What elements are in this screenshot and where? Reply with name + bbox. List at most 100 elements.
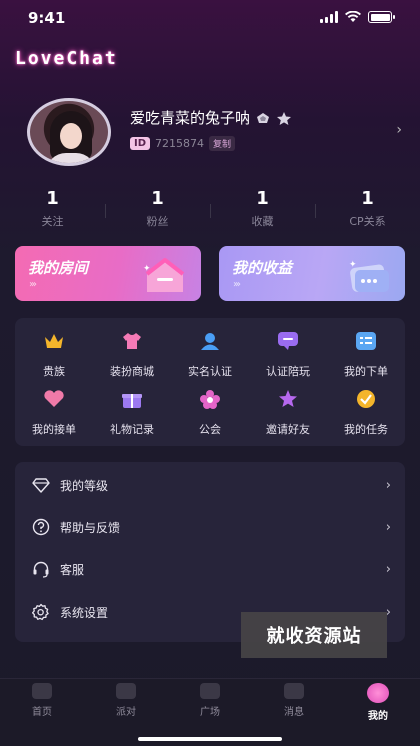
card-title: 我的房间 bbox=[28, 259, 89, 277]
home-indicator bbox=[138, 737, 282, 741]
gift-icon bbox=[122, 394, 142, 408]
id-row: ID 7215874 复制 bbox=[130, 136, 236, 151]
grid-label: 实名认证 bbox=[188, 365, 232, 378]
grid-item-dress-shop[interactable]: 装扮商城 bbox=[93, 331, 171, 379]
status-icons bbox=[320, 11, 395, 23]
tab-square[interactable]: 广场 bbox=[168, 683, 252, 718]
grid-row: 贵族 装扮商城 实名认证 认证陪玩 我的下单 bbox=[15, 331, 405, 379]
status-time: 9:41 bbox=[28, 9, 66, 27]
stats-row: 1 关注 1 粉丝 1 收藏 1 CP关系 bbox=[0, 190, 420, 229]
my-room-card[interactable]: 我的房间 ››› ✦ bbox=[15, 246, 201, 301]
stat-value: 1 bbox=[46, 188, 59, 209]
invite-icon bbox=[279, 390, 297, 407]
chevron-right-icon: › bbox=[385, 519, 391, 535]
app-logo: LoveChat bbox=[15, 48, 118, 69]
tab-label: 派对 bbox=[116, 707, 136, 718]
wallet-icon bbox=[350, 264, 389, 292]
wifi-icon bbox=[345, 11, 361, 22]
diamond-icon bbox=[32, 478, 50, 493]
grid-item-my-tasks[interactable]: 我的任务 bbox=[327, 389, 405, 437]
grid-item-guild[interactable]: 公会 bbox=[171, 389, 249, 437]
star-badge-icon bbox=[277, 111, 292, 125]
id-tag: ID bbox=[130, 137, 151, 150]
shirt-icon bbox=[123, 333, 141, 349]
arrows-icon: ››› bbox=[29, 279, 37, 290]
arrows-icon: ››› bbox=[233, 279, 241, 290]
help-icon bbox=[32, 518, 50, 536]
menu-label: 系统设置 bbox=[60, 605, 109, 620]
stat-value: 1 bbox=[361, 188, 374, 209]
menu-label: 我的等级 bbox=[60, 478, 109, 493]
avatar[interactable] bbox=[27, 98, 111, 166]
headset-icon bbox=[33, 561, 49, 578]
crown-icon bbox=[45, 334, 63, 348]
stat-value: 1 bbox=[256, 188, 269, 209]
card-title: 我的收益 bbox=[232, 259, 293, 277]
grid-label: 认证陪玩 bbox=[266, 365, 310, 378]
grid-item-companion[interactable]: 认证陪玩 bbox=[249, 331, 327, 379]
chevron-right-icon: › bbox=[385, 477, 391, 493]
stat-fans[interactable]: 1 粉丝 bbox=[105, 190, 210, 229]
watermark: 就收资源站 bbox=[241, 612, 387, 658]
stat-label: 粉丝 bbox=[146, 215, 169, 228]
grid-label: 装扮商城 bbox=[110, 365, 154, 378]
nickname-row[interactable]: 爱吃青菜的兔子呐 bbox=[130, 107, 292, 128]
home-icon bbox=[32, 683, 52, 699]
chevron-right-icon: › bbox=[385, 561, 391, 577]
grid-label: 公会 bbox=[199, 423, 221, 436]
user-verify-icon bbox=[201, 333, 219, 350]
grid-item-accepted-orders[interactable]: 我的接单 bbox=[15, 389, 93, 437]
stat-cp[interactable]: 1 CP关系 bbox=[315, 190, 420, 229]
chevron-right-icon[interactable]: › bbox=[396, 122, 402, 138]
grid-item-invite[interactable]: 邀请好友 bbox=[249, 389, 327, 437]
grid-item-real-name[interactable]: 实名认证 bbox=[171, 331, 249, 379]
bottom-tab-bar: 首页 派对 广场 消息 我的 bbox=[0, 678, 420, 746]
profile-icon bbox=[367, 683, 389, 703]
signal-icon bbox=[320, 11, 338, 23]
heart-icon bbox=[44, 390, 64, 407]
grid-label: 我的下单 bbox=[344, 365, 388, 378]
tab-label: 首页 bbox=[32, 707, 52, 718]
tab-home[interactable]: 首页 bbox=[0, 683, 84, 718]
stat-value: 1 bbox=[151, 188, 164, 209]
stat-label: 收藏 bbox=[251, 215, 274, 228]
party-icon bbox=[116, 683, 136, 699]
nickname: 爱吃青菜的兔子呐 bbox=[130, 109, 251, 127]
menu-label: 客服 bbox=[60, 562, 85, 577]
tab-label: 消息 bbox=[284, 707, 304, 718]
flower-icon bbox=[200, 390, 220, 409]
grid-label: 我的接单 bbox=[32, 423, 76, 436]
menu-label: 帮助与反馈 bbox=[60, 520, 121, 535]
status-bar: 9:41 bbox=[0, 0, 420, 36]
square-icon bbox=[200, 683, 220, 699]
grid-label: 礼物记录 bbox=[110, 423, 154, 436]
grid-label: 邀请好友 bbox=[266, 423, 310, 436]
tab-label: 我的 bbox=[368, 711, 388, 722]
menu-item-my-level[interactable]: 我的等级 › bbox=[15, 465, 405, 505]
stat-favorites[interactable]: 1 收藏 bbox=[210, 190, 315, 229]
chat-bubble-icon bbox=[278, 332, 298, 350]
my-income-card[interactable]: 我的收益 ››› ✦ bbox=[219, 246, 405, 301]
stat-label: CP关系 bbox=[349, 215, 386, 228]
tab-party[interactable]: 派对 bbox=[84, 683, 168, 718]
grid-label: 我的任务 bbox=[344, 423, 388, 436]
level-badge-icon bbox=[257, 112, 270, 123]
stat-label: 关注 bbox=[41, 215, 64, 228]
grid-item-gift-records[interactable]: 礼物记录 bbox=[93, 389, 171, 437]
grid-row: 我的接单 礼物记录 公会 邀请好友 我的任务 bbox=[15, 389, 405, 437]
message-icon bbox=[284, 683, 304, 699]
user-id: 7215874 bbox=[155, 137, 205, 150]
feature-grid: 贵族 装扮商城 实名认证 认证陪玩 我的下单 我的接单 礼物记录 公会 邀请好友… bbox=[15, 318, 405, 446]
menu-item-customer-service[interactable]: 客服 › bbox=[15, 549, 405, 589]
grid-item-my-orders[interactable]: 我的下单 bbox=[327, 331, 405, 379]
task-icon bbox=[357, 390, 375, 408]
tab-mine[interactable]: 我的 bbox=[336, 683, 420, 722]
menu-item-help[interactable]: 帮助与反馈 › bbox=[15, 507, 405, 547]
tab-messages[interactable]: 消息 bbox=[252, 683, 336, 718]
copy-id-button[interactable]: 复制 bbox=[209, 136, 236, 151]
tab-label: 广场 bbox=[200, 707, 220, 718]
house-icon bbox=[145, 258, 185, 292]
list-icon bbox=[356, 332, 376, 350]
grid-item-noble[interactable]: 贵族 bbox=[15, 331, 93, 379]
stat-following[interactable]: 1 关注 bbox=[0, 190, 105, 229]
